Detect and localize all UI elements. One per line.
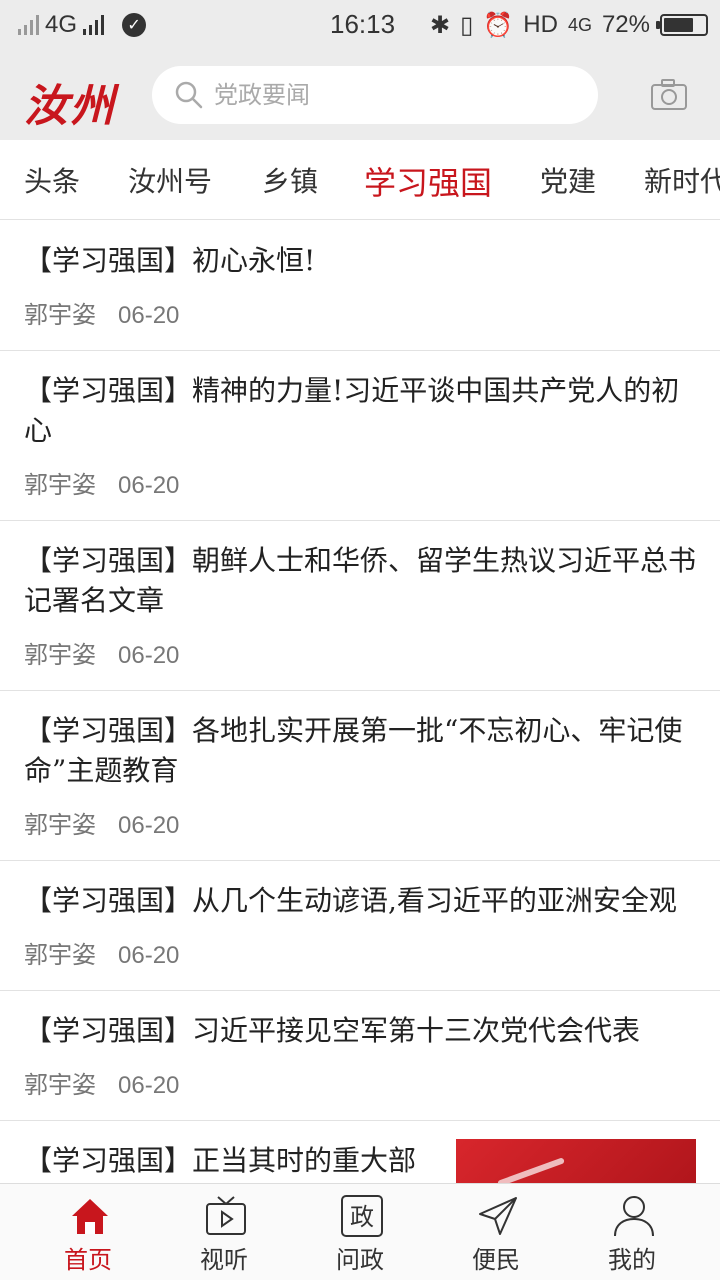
bluetooth-icon: ✱: [430, 11, 451, 39]
article-date: 06-20: [118, 472, 180, 499]
nav-media[interactable]: 视听: [164, 1184, 284, 1280]
signal-icon: [18, 15, 39, 35]
article-item[interactable]: 【学习强国】精神的力量!习近平谈中国共产党人的初心 郭宇姿 06-20: [0, 351, 720, 521]
article-date: 06-20: [118, 1072, 180, 1099]
article-date: 06-20: [118, 302, 180, 329]
article-date: 06-20: [118, 942, 180, 969]
send-icon: [479, 1197, 517, 1235]
article-meta: 郭宇姿 06-20: [24, 635, 696, 691]
app-logo: 汝州: [24, 81, 116, 132]
hd-badge: HD: [523, 11, 558, 38]
article-title: 【学习强国】正当其时的重大部: [24, 1144, 417, 1177]
article-title: 【学习强国】精神的力量!习近平谈中国共产党人的初心: [24, 374, 680, 447]
battery-percent: 72%: [601, 11, 650, 38]
article-item[interactable]: 【学习强国】初心永恒! 郭宇姿 06-20: [0, 221, 720, 351]
nav-profile[interactable]: 我的: [572, 1184, 692, 1280]
battery-icon: [656, 14, 708, 36]
article-date: 06-20: [118, 642, 180, 669]
zheng-glyph: 政: [350, 1203, 374, 1231]
article-meta: 郭宇姿 06-20: [24, 805, 696, 861]
alarm-icon: ⏰: [483, 11, 514, 39]
tab-xuexi-qiangguo[interactable]: 学习强国: [364, 158, 492, 204]
network-type-2: 4G: [567, 14, 592, 35]
status-bar: 4G ✓ 16:13 ✱ ▯ ⏰ HD 4G 72%: [0, 0, 720, 50]
status-right: ✱ ▯ ⏰ HD 4G 72%: [430, 0, 708, 50]
article-title: 【学习强国】习近平接见空军第十三次党代会代表: [24, 1014, 641, 1047]
article-item[interactable]: 【学习强国】各地扎实开展第一批“不忘初心、牢记使命”主题教育 郭宇姿 06-20: [0, 691, 720, 861]
article-title: 【学习强国】初心永恒!: [24, 244, 316, 277]
nav-label: 我的: [608, 1246, 656, 1274]
article-item[interactable]: 【学习强国】正当其时的重大部: [0, 1121, 720, 1183]
nav-services[interactable]: 便民: [436, 1184, 556, 1280]
tv-icon: [206, 1196, 246, 1235]
article-title: 【学习强国】从几个生动谚语,看习近平的亚洲安全观: [24, 884, 677, 917]
signal-strong-icon: [83, 15, 105, 35]
network-type: 4G: [45, 11, 78, 38]
article-author: 郭宇姿: [24, 641, 96, 669]
article-item[interactable]: 【学习强国】从几个生动谚语,看习近平的亚洲安全观 郭宇姿 06-20: [0, 861, 720, 991]
user-icon: [614, 1196, 654, 1237]
article-meta: 郭宇姿 06-20: [24, 935, 696, 991]
article-title: 【学习强国】各地扎实开展第一批“不忘初心、牢记使命”主题教育: [24, 714, 683, 787]
tab-towns[interactable]: 乡镇: [262, 160, 318, 200]
article-author: 郭宇姿: [24, 941, 96, 969]
search-bar[interactable]: [152, 66, 598, 124]
zheng-icon: 政: [341, 1195, 383, 1237]
status-left: 4G ✓: [18, 0, 147, 50]
nav-politics[interactable]: 政 问政: [300, 1184, 420, 1280]
article-thumbnail: [456, 1139, 696, 1183]
tab-headlines[interactable]: 头条: [24, 160, 80, 200]
article-author: 郭宇姿: [24, 301, 96, 329]
status-time: 16:13: [330, 9, 396, 39]
nav-home[interactable]: 首页: [28, 1184, 148, 1280]
channel-tabs: 头条 汝州号 乡镇 学习强国 党建 新时代: [0, 140, 720, 220]
tab-ruzhou-hao[interactable]: 汝州号: [128, 160, 212, 200]
article-item[interactable]: 【学习强国】朝鲜人士和华侨、留学生热议习近平总书记署名文章 郭宇姿 06-20: [0, 521, 720, 691]
search-icon: [175, 81, 203, 109]
tab-party-building[interactable]: 党建: [540, 160, 596, 200]
nav-label: 视听: [200, 1246, 248, 1274]
nav-label: 便民: [472, 1246, 520, 1274]
bottom-nav: 首页 视听 政 问政 便民 我的: [0, 1183, 720, 1280]
article-date: 06-20: [118, 812, 180, 839]
article-list: 【学习强国】初心永恒! 郭宇姿 06-20 【学习强国】精神的力量!习近平谈中国共…: [0, 221, 720, 1183]
article-author: 郭宇姿: [24, 1071, 96, 1099]
nav-label: 首页: [64, 1246, 112, 1274]
article-title: 【学习强国】朝鲜人士和华侨、留学生热议习近平总书记署名文章: [24, 544, 697, 617]
article-meta: 郭宇姿 06-20: [24, 1065, 696, 1121]
app-header: 汝州: [0, 50, 720, 140]
nav-label: 问政: [336, 1246, 384, 1274]
article-author: 郭宇姿: [24, 471, 96, 499]
article-item[interactable]: 【学习强国】习近平接见空军第十三次党代会代表 郭宇姿 06-20: [0, 991, 720, 1121]
battery-fill: [664, 18, 693, 32]
camera-icon[interactable]: [650, 78, 688, 112]
article-meta: 郭宇姿 06-20: [24, 465, 696, 521]
search-input[interactable]: [214, 81, 574, 109]
home-icon: [72, 1199, 108, 1234]
tab-new-era[interactable]: 新时代: [644, 160, 720, 200]
check-circle-icon: ✓: [122, 13, 147, 37]
article-author: 郭宇姿: [24, 811, 96, 839]
vibrate-icon: ▯: [460, 11, 474, 39]
article-meta: 郭宇姿 06-20: [24, 295, 696, 351]
